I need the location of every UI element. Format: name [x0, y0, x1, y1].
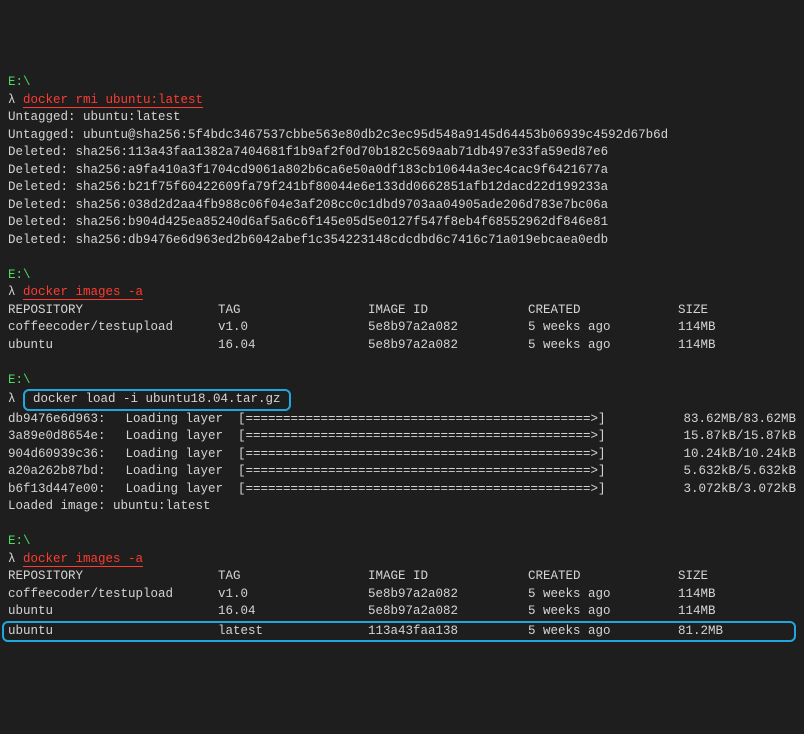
output-line: Deleted: sha256:b21f75f60422609fa79f241b…: [8, 179, 796, 197]
cell: 5 weeks ago: [528, 603, 678, 621]
cell: 114MB: [678, 319, 768, 337]
cell: coffeecoder/testupload: [8, 586, 218, 604]
cell: 114MB: [678, 586, 768, 604]
command: docker load -i ubuntu18.04.tar.gz: [29, 391, 285, 409]
cwd-line: E:\: [8, 372, 796, 390]
cell: 81.2MB: [678, 623, 768, 641]
cell: 16.04: [218, 603, 368, 621]
blank-line: [8, 516, 796, 534]
prompt-lambda: λ: [8, 285, 23, 299]
cell: ubuntu: [8, 623, 218, 641]
cell: 5 weeks ago: [528, 623, 678, 641]
progress-bar: [=======================================…: [238, 411, 666, 429]
table-header: REPOSITORYTAGIMAGE IDCREATEDSIZE: [8, 568, 796, 586]
output-line: Deleted: sha256:b904d425ea85240d6af5a6c6…: [8, 214, 796, 232]
col-header: REPOSITORY: [8, 302, 218, 320]
table-row: ubuntu16.045e8b97a2a0825 weeks ago114MB: [8, 337, 796, 355]
col-header: REPOSITORY: [8, 568, 218, 586]
cell: 114MB: [678, 603, 768, 621]
cell: 113a43faa138: [368, 623, 528, 641]
cell: 114MB: [678, 337, 768, 355]
layer-text: Loading layer: [118, 411, 238, 429]
layer-row: db9476e6d963: Loading layer [===========…: [8, 411, 796, 429]
cell: coffeecoder/testupload: [8, 319, 218, 337]
output-line: Deleted: sha256:113a43faa1382a7404681f1b…: [8, 144, 796, 162]
col-header: TAG: [218, 302, 368, 320]
layer-text: Loading layer: [118, 446, 238, 464]
blank-line: [8, 249, 796, 267]
layer-id: 3a89e0d8654e:: [8, 428, 118, 446]
output-line: Deleted: sha256:038d2d2aa4fb988c06f04e3a…: [8, 197, 796, 215]
output-line: Deleted: sha256:a9fa410a3f1704cd9061a802…: [8, 162, 796, 180]
layer-row: a20a262b87bd: Loading layer [===========…: [8, 463, 796, 481]
terminal-output: E:\λ docker rmi ubuntu:latestUntagged: u…: [8, 74, 796, 642]
cell: ubuntu: [8, 603, 218, 621]
progress-bar: [=======================================…: [238, 463, 666, 481]
layer-size: 3.072kB/3.072kB: [666, 481, 796, 499]
progress-bar: [=======================================…: [238, 481, 666, 499]
prompt-line: λ docker images -a: [8, 551, 796, 569]
col-header: TAG: [218, 568, 368, 586]
cell: 5 weeks ago: [528, 337, 678, 355]
layer-size: 10.24kB/10.24kB: [666, 446, 796, 464]
layer-row: b6f13d447e00: Loading layer [===========…: [8, 481, 796, 499]
col-header: SIZE: [678, 568, 768, 586]
table-row: ubuntulatest113a43faa1385 weeks ago81.2M…: [2, 621, 796, 643]
cwd-line: E:\: [8, 74, 796, 92]
table-row: coffeecoder/testuploadv1.05e8b97a2a0825 …: [8, 319, 796, 337]
cell: v1.0: [218, 586, 368, 604]
command: docker images -a: [23, 552, 143, 567]
cwd-line: E:\: [8, 533, 796, 551]
prompt-line: λ docker load -i ubuntu18.04.tar.gz: [8, 389, 796, 411]
cell: 5e8b97a2a082: [368, 319, 528, 337]
layer-row: 904d60939c36: Loading layer [===========…: [8, 446, 796, 464]
cell: 5 weeks ago: [528, 586, 678, 604]
command: docker images -a: [23, 285, 143, 300]
command: docker rmi ubuntu:latest: [23, 93, 203, 108]
prompt-line: λ docker rmi ubuntu:latest: [8, 92, 796, 110]
layer-id: b6f13d447e00:: [8, 481, 118, 499]
command-highlight-box: docker load -i ubuntu18.04.tar.gz: [23, 389, 291, 411]
prompt-lambda: λ: [8, 392, 23, 406]
output-line: Deleted: sha256:db9476e6d963ed2b6042abef…: [8, 232, 796, 250]
layer-id: a20a262b87bd:: [8, 463, 118, 481]
layer-size: 83.62MB/83.62MB: [666, 411, 796, 429]
col-header: CREATED: [528, 568, 678, 586]
progress-bar: [=======================================…: [238, 428, 666, 446]
prompt-lambda: λ: [8, 552, 23, 566]
cell: 5 weeks ago: [528, 319, 678, 337]
layer-id: db9476e6d963:: [8, 411, 118, 429]
cell: 5e8b97a2a082: [368, 586, 528, 604]
table-header: REPOSITORYTAGIMAGE IDCREATEDSIZE: [8, 302, 796, 320]
layer-size: 15.87kB/15.87kB: [666, 428, 796, 446]
col-header: IMAGE ID: [368, 302, 528, 320]
col-header: CREATED: [528, 302, 678, 320]
cell: ubuntu: [8, 337, 218, 355]
table-row: ubuntu16.045e8b97a2a0825 weeks ago114MB: [8, 603, 796, 621]
blank-line: [8, 354, 796, 372]
prompt-lambda: λ: [8, 93, 23, 107]
layer-row: 3a89e0d8654e: Loading layer [===========…: [8, 428, 796, 446]
layer-id: 904d60939c36:: [8, 446, 118, 464]
layer-text: Loading layer: [118, 463, 238, 481]
col-header: IMAGE ID: [368, 568, 528, 586]
progress-bar: [=======================================…: [238, 446, 666, 464]
cell: latest: [218, 623, 368, 641]
cell: 5e8b97a2a082: [368, 337, 528, 355]
layer-text: Loading layer: [118, 481, 238, 499]
cell: 5e8b97a2a082: [368, 603, 528, 621]
prompt-line: λ docker images -a: [8, 284, 796, 302]
layer-text: Loading layer: [118, 428, 238, 446]
col-header: SIZE: [678, 302, 768, 320]
cell: 16.04: [218, 337, 368, 355]
layer-size: 5.632kB/5.632kB: [666, 463, 796, 481]
table-row: coffeecoder/testuploadv1.05e8b97a2a0825 …: [8, 586, 796, 604]
output-line: Untagged: ubuntu@sha256:5f4bdc3467537cbb…: [8, 127, 796, 145]
cwd-line: E:\: [8, 267, 796, 285]
cell: v1.0: [218, 319, 368, 337]
loaded-line: Loaded image: ubuntu:latest: [8, 498, 796, 516]
output-line: Untagged: ubuntu:latest: [8, 109, 796, 127]
